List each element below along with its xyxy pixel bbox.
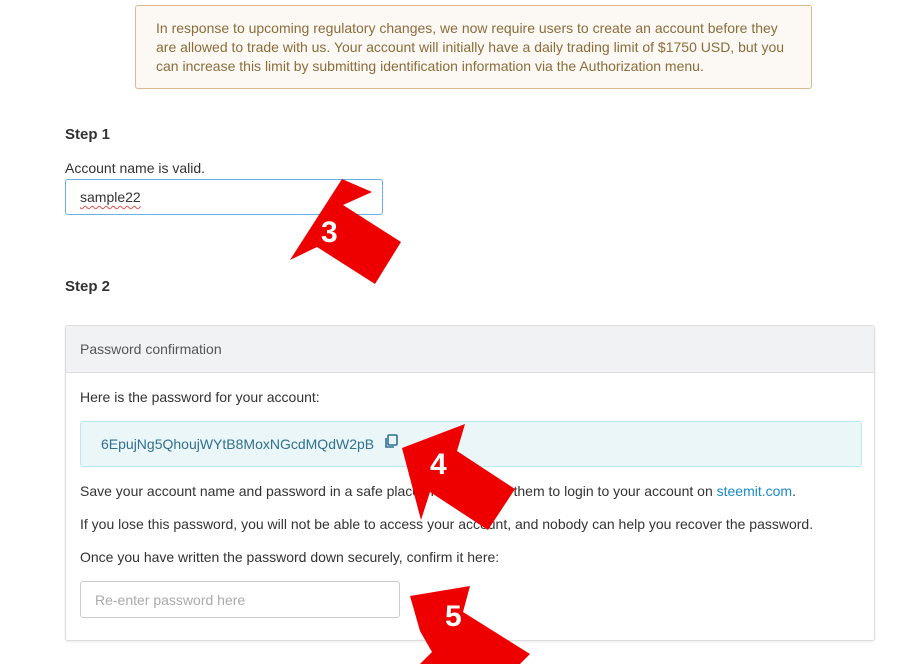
generated-password[interactable]: 6EpujNg5QhoujWYtB8MoxNGcdMQdW2pB: [101, 436, 374, 452]
step-1-title: Step 1: [65, 126, 111, 143]
save-text-after: .: [792, 483, 796, 499]
annotation-label-3: 3: [321, 216, 338, 249]
account-name-value: sample22: [80, 189, 141, 205]
password-confirmation-panel: Password confirmation Here is the passwo…: [65, 325, 875, 641]
panel-heading: Password confirmation: [66, 326, 874, 373]
steemit-link[interactable]: steemit.com: [717, 483, 792, 499]
generated-password-box: 6EpujNg5QhoujWYtB8MoxNGcdMQdW2pB: [80, 421, 862, 467]
regulatory-notice: In response to upcoming regulatory chang…: [135, 5, 812, 89]
account-name-input[interactable]: sample22: [65, 179, 383, 215]
copy-icon[interactable]: [384, 422, 398, 466]
save-text-before: Save your account name and password in a…: [80, 483, 717, 499]
confirm-instructions: Once you have written the password down …: [80, 549, 500, 565]
confirm-password-input[interactable]: [80, 581, 400, 618]
password-intro: Here is the password for your account:: [80, 389, 320, 405]
save-instructions: Save your account name and password in a…: [80, 483, 796, 499]
annotation-label-4: 4: [430, 448, 447, 481]
step-2-title: Step 2: [65, 278, 111, 295]
annotation-label-5: 5: [445, 600, 462, 633]
account-name-validation: Account name is valid.: [65, 160, 206, 176]
notice-text: In response to upcoming regulatory chang…: [156, 20, 785, 74]
password-loss-warning: If you lose this password, you will not …: [80, 516, 814, 532]
